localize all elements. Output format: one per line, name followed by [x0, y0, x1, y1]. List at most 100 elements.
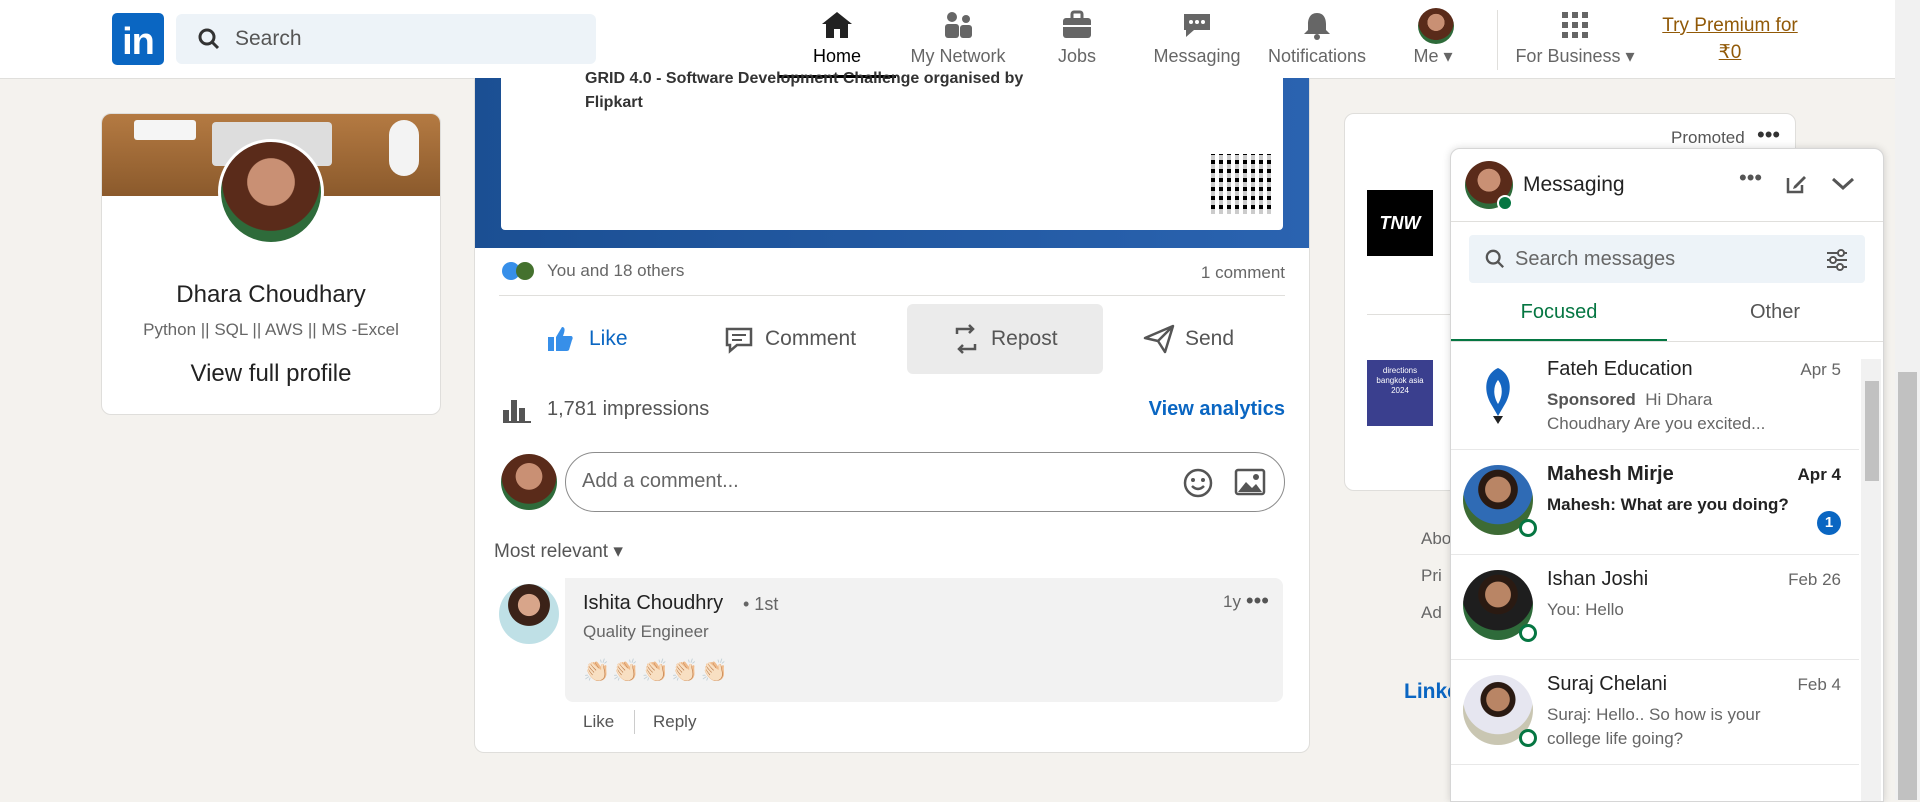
- send-label: Send: [1185, 327, 1235, 350]
- search-placeholder: Search: [235, 27, 302, 50]
- bell-icon: [1304, 13, 1330, 40]
- online-status-icon: [1519, 519, 1537, 537]
- like-button[interactable]: Like: [515, 304, 675, 374]
- conversation-preview: You: Hello: [1547, 600, 1624, 619]
- tab-other[interactable]: Other: [1667, 289, 1883, 341]
- certificate-paper: GRID 4.0 - Software Development Challeng…: [501, 70, 1283, 230]
- conversation-name: Mahesh Mirje: [1547, 463, 1674, 485]
- tab-focused[interactable]: Focused: [1451, 289, 1667, 341]
- reaction-icons[interactable]: [501, 260, 541, 282]
- chevron-down-icon[interactable]: [1831, 177, 1855, 191]
- nav-my-network[interactable]: My Network: [903, 8, 1013, 70]
- messaging-title[interactable]: Messaging: [1523, 173, 1625, 197]
- reactions-count[interactable]: You and 18 others: [547, 261, 684, 281]
- comment-sort-dropdown[interactable]: Most relevant ▾: [494, 540, 623, 563]
- footer-link[interactable]: Abo: [1421, 520, 1451, 557]
- messaging-scrollbar-thumb[interactable]: [1865, 381, 1879, 481]
- promoted-label: Promoted: [1671, 128, 1745, 147]
- conversation-item[interactable]: Ishan Joshi Feb 26 You: Hello: [1451, 554, 1859, 660]
- comment-reply-button[interactable]: Reply: [653, 712, 696, 732]
- compose-icon[interactable]: [1785, 173, 1807, 195]
- more-options-icon[interactable]: •••: [1739, 165, 1762, 191]
- profile-card: Dhara Choudhary Python || SQL || AWS || …: [101, 113, 441, 415]
- repost-button[interactable]: Repost: [907, 304, 1103, 374]
- comment-icon: [725, 327, 753, 354]
- profile-name[interactable]: Dhara Choudhary: [102, 281, 440, 309]
- home-icon: [822, 12, 852, 38]
- nav-jobs[interactable]: Jobs: [1032, 8, 1122, 70]
- nav-divider: [1497, 10, 1498, 70]
- bar-chart-icon: [503, 400, 531, 423]
- conversation-item[interactable]: Suraj Chelani Feb 4 Suraj: Hello.. So ho…: [1451, 659, 1859, 765]
- online-status-icon: [1519, 624, 1537, 642]
- comment-bubble: Ishita Choudhry • 1st Quality Engineer 1…: [565, 578, 1283, 702]
- conversation-date: Apr 5: [1800, 360, 1841, 379]
- page-scrollbar-thumb[interactable]: [1898, 372, 1917, 800]
- conversation-name: Ishan Joshi: [1547, 568, 1649, 590]
- conversation-date: Feb 4: [1797, 675, 1841, 694]
- online-status-icon: [1519, 729, 1537, 747]
- cover-mouse-graphic: [389, 120, 419, 176]
- view-analytics-link[interactable]: View analytics: [1149, 398, 1285, 421]
- conversation-date: Apr 4: [1797, 465, 1841, 484]
- certificate-org-name: Flipkart: [585, 94, 643, 111]
- grid-icon: [1562, 12, 1588, 38]
- commenter-name[interactable]: Ishita Choudhry: [583, 592, 723, 615]
- search-messages-input[interactable]: Search messages: [1469, 235, 1865, 283]
- comment-button[interactable]: Comment: [707, 304, 867, 374]
- comments-count-link[interactable]: 1 comment: [1201, 263, 1285, 283]
- chevron-down-icon: ▾: [1625, 46, 1635, 66]
- certificate-text-line: GRID 4.0 - Software Development Challeng…: [585, 70, 1024, 87]
- commenter-headline: Quality Engineer: [583, 622, 709, 641]
- nav-for-business-label: For Business ▾: [1515, 46, 1635, 66]
- divider: [1451, 341, 1883, 342]
- premium-line-1: Try Premium for: [1662, 15, 1798, 36]
- more-options-icon[interactable]: •••: [1246, 588, 1269, 614]
- search-bar[interactable]: Search: [176, 14, 596, 64]
- emoji-icon[interactable]: [1182, 467, 1214, 499]
- cover-phone-graphic: [134, 120, 196, 140]
- search-messages-placeholder: Search messages: [1515, 248, 1676, 270]
- nav-notifications[interactable]: Notifications: [1262, 8, 1372, 70]
- conversation-preview: Sponsored Hi Dhara Choudhary Are you exc…: [1547, 390, 1766, 433]
- conversation-item[interactable]: Mahesh Mirje Apr 4 Mahesh: What are you …: [1451, 449, 1859, 555]
- directions-logo[interactable]: directions bangkok asia 2024: [1367, 360, 1433, 426]
- nav-messaging[interactable]: Messaging: [1147, 8, 1247, 70]
- linkedin-logo[interactable]: in: [112, 13, 164, 65]
- nav-home[interactable]: Home: [782, 8, 892, 70]
- nav-messaging-label: Messaging: [1153, 46, 1241, 66]
- tnw-logo[interactable]: TNW: [1367, 190, 1433, 256]
- nav-me[interactable]: Me ▾: [1388, 8, 1478, 70]
- chevron-down-icon: ▾: [613, 541, 623, 562]
- nav-notifications-label: Notifications: [1267, 46, 1367, 66]
- send-button[interactable]: Send: [1125, 304, 1285, 374]
- search-icon: [1485, 249, 1504, 268]
- search-icon: [198, 28, 220, 50]
- post-card: GRID 4.0 - Software Development Challeng…: [474, 70, 1310, 753]
- thumbs-up-icon: [548, 327, 573, 351]
- chevron-down-icon: ▾: [1443, 46, 1453, 66]
- footer-link[interactable]: Ad: [1421, 594, 1451, 631]
- add-comment-input[interactable]: Add a comment...: [565, 452, 1285, 512]
- footer-link[interactable]: Pri: [1421, 557, 1451, 594]
- fateh-education-logo: [1486, 368, 1510, 424]
- conversation-name: Suraj Chelani: [1547, 673, 1668, 695]
- footer-links: Abo Pri Ad: [1421, 520, 1451, 631]
- try-premium-link[interactable]: Try Premium for ₹0: [1650, 12, 1810, 66]
- image-icon[interactable]: [1234, 467, 1266, 497]
- nav-me-label: Me ▾: [1413, 46, 1453, 66]
- profile-avatar[interactable]: [218, 139, 324, 245]
- filter-icon[interactable]: [1825, 249, 1849, 271]
- certificate-image[interactable]: GRID 4.0 - Software Development Challeng…: [475, 70, 1309, 248]
- send-icon: [1143, 324, 1175, 354]
- like-label: Like: [589, 327, 628, 350]
- repost-icon: [955, 324, 977, 354]
- conversation-name: Fateh Education: [1547, 358, 1693, 380]
- messaging-panel: Messaging ••• Search messages Focused Ot…: [1450, 148, 1884, 802]
- nav-for-business[interactable]: For Business ▾: [1512, 8, 1638, 70]
- conversation-item[interactable]: Fateh Education Apr 5 Sponsored Hi Dhara…: [1451, 344, 1859, 450]
- view-full-profile-link[interactable]: View full profile: [102, 360, 440, 388]
- comment-like-button[interactable]: Like: [583, 712, 614, 732]
- more-options-icon[interactable]: •••: [1757, 122, 1780, 148]
- commenter-avatar[interactable]: [499, 584, 559, 644]
